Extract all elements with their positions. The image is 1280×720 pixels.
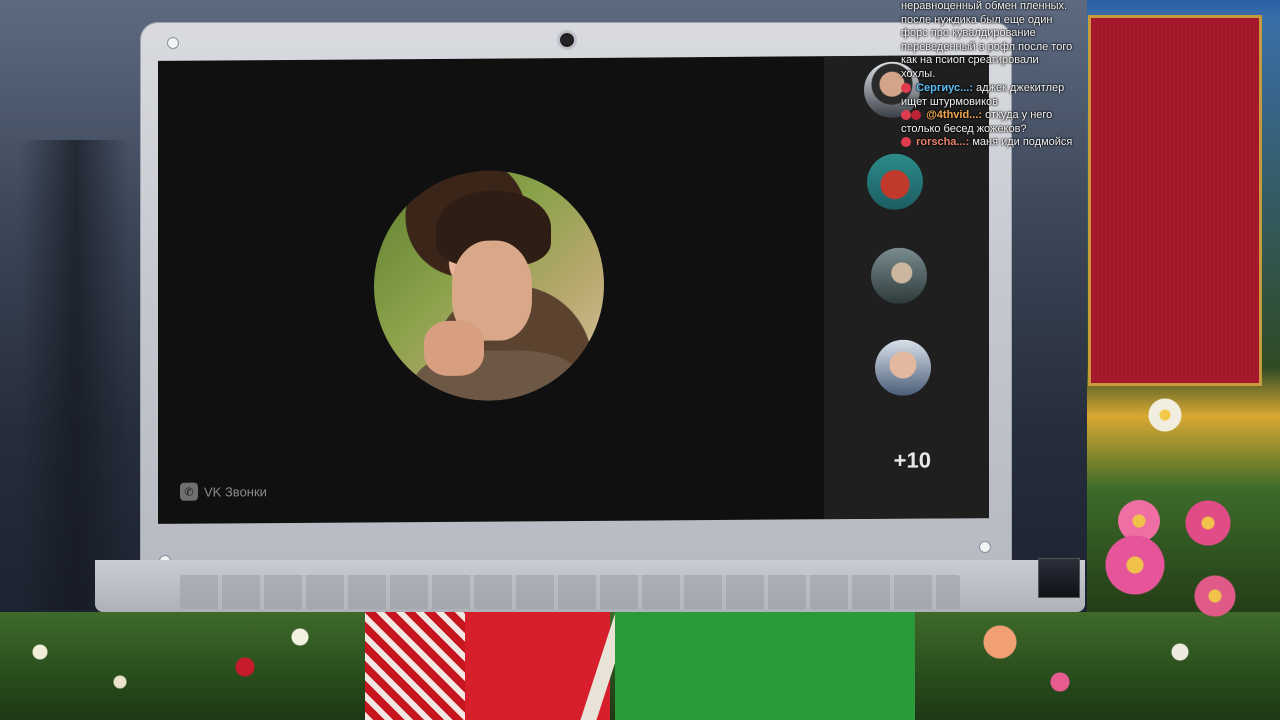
speaker-avatar[interactable] — [374, 169, 604, 402]
chat-username[interactable]: rorscha...: — [916, 136, 969, 148]
chat-text: маня иди подмойся — [972, 136, 1073, 148]
pink-flower — [1185, 500, 1231, 546]
chat-username[interactable]: @4thvid...: — [926, 109, 982, 121]
white-flower — [1148, 398, 1182, 432]
chat-line: хохлы. — [901, 67, 936, 80]
webcam-icon — [560, 33, 574, 47]
chat-line: форс про кувалдирование — [901, 27, 1036, 39]
subscriber-badge-icon — [901, 83, 911, 94]
flag-ornament — [365, 612, 465, 720]
brand-label: VK Звонки — [204, 483, 267, 500]
pink-flower — [1105, 535, 1165, 595]
stream-chat-overlay: неравноценный обмен пленных. после нужди… — [898, 0, 1088, 612]
subscriber-badge-icon — [901, 137, 911, 148]
chat-line: переведенный в рофл после того — [901, 40, 1073, 53]
chat-username[interactable]: Сергиус...: — [916, 82, 973, 94]
chat-message: rorscha...: маня иди подмойся — [898, 136, 1088, 150]
video-call-screen: ✆ VK Звонки +10 — [158, 55, 989, 524]
flag-green-stripe — [615, 612, 915, 720]
pink-flower — [1190, 575, 1240, 617]
chat-message: @4thvid...: откуда у него столько бесед … — [898, 109, 1088, 136]
subscriber-badge-icon — [901, 110, 911, 121]
chat-line: неравноценный обмен пленных. — [901, 0, 1068, 12]
vk-calls-brand: ✆ VK Звонки — [180, 482, 267, 501]
chat-line: как на псиоп среагировали — [901, 54, 1039, 66]
chat-message: Сергиус...: аджек джекитлер ищет штурмов… — [898, 82, 1088, 109]
phone-icon: ✆ — [180, 482, 198, 501]
lid-screw — [168, 38, 178, 48]
streamer-logo-icon — [1038, 558, 1080, 598]
red-framed-canvas — [1088, 15, 1262, 386]
chat-intro: неравноценный обмен пленных. после нужди… — [898, 0, 1088, 81]
keyboard — [180, 575, 960, 609]
chat-line: после нуждика был еще один — [901, 13, 1053, 26]
